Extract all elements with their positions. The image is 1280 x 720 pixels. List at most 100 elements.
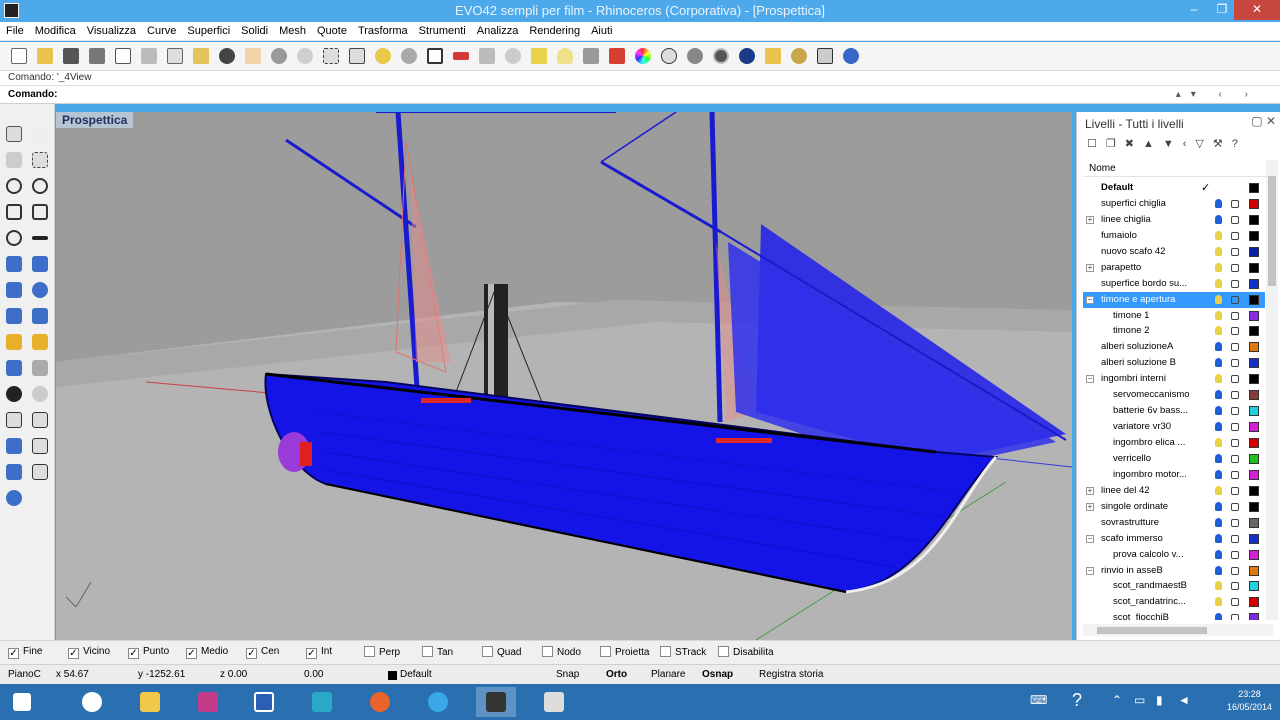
options-gear-icon[interactable] xyxy=(788,45,810,67)
layer-color-swatch[interactable] xyxy=(1249,183,1259,193)
perspective-viewport[interactable] xyxy=(56,112,1072,640)
layer-visibility-bulb-icon[interactable] xyxy=(1215,246,1222,256)
rectangle-icon[interactable] xyxy=(30,202,50,222)
volume-tray-icon[interactable]: ◄ xyxy=(1178,693,1190,707)
layer-lock-icon[interactable] xyxy=(1231,454,1239,463)
layer-lock-icon[interactable] xyxy=(1231,407,1239,416)
layer-row[interactable]: alberi soluzioneA xyxy=(1083,339,1265,355)
cylinder-icon[interactable] xyxy=(30,280,50,300)
layer-lock-icon[interactable] xyxy=(1231,566,1239,575)
zoom-window-icon[interactable] xyxy=(320,45,342,67)
layer-lock-icon[interactable] xyxy=(1231,359,1239,368)
layer-row[interactable]: prova calcolo v... xyxy=(1083,547,1265,563)
layer-name[interactable]: parapetto xyxy=(1101,260,1213,276)
shaded-icon[interactable] xyxy=(684,45,706,67)
rhino-taskbar-icon[interactable] xyxy=(476,687,516,717)
layer-lock-icon[interactable] xyxy=(1231,502,1239,511)
menu-trasforma[interactable]: Trasforma xyxy=(352,22,413,37)
layer-visibility-bulb-icon[interactable] xyxy=(1215,406,1222,416)
menu-solidi[interactable]: Solidi xyxy=(235,22,273,37)
osnap-fine[interactable]: ✓ Fine xyxy=(8,646,42,659)
layer-name[interactable]: scot_randatrinc... xyxy=(1113,594,1213,610)
layer-visibility-bulb-icon[interactable] xyxy=(1215,294,1222,304)
construction-plane-icon[interactable] xyxy=(450,45,472,67)
osnap-checkbox[interactable] xyxy=(718,646,729,657)
layer-lock-icon[interactable] xyxy=(1231,215,1239,224)
layer-name[interactable]: linee del 42 xyxy=(1101,483,1213,499)
layer-color-swatch[interactable] xyxy=(1249,230,1259,241)
layer-expand-toggle[interactable]: + xyxy=(1086,215,1094,224)
mesh-icon[interactable] xyxy=(30,306,50,326)
osnap-quad[interactable]: Quad xyxy=(482,646,521,658)
layer-color-swatch[interactable] xyxy=(1249,310,1259,321)
layer-lock-icon[interactable] xyxy=(1231,391,1239,400)
layers-vertical-scrollbar[interactable] xyxy=(1266,160,1278,620)
osnap-checkbox[interactable]: ✓ xyxy=(8,648,19,659)
analyze-icon[interactable] xyxy=(30,462,50,482)
layer-color-swatch[interactable] xyxy=(1249,565,1259,576)
menu-modifica[interactable]: Modifica xyxy=(29,22,81,37)
layer-row[interactable]: alberi soluzione B xyxy=(1083,355,1265,371)
help-icon[interactable] xyxy=(840,45,862,67)
curve-icon[interactable] xyxy=(30,150,50,170)
box-icon[interactable] xyxy=(4,280,24,300)
layer-name[interactable]: scafo immerso xyxy=(1101,531,1213,547)
layer-visibility-bulb-icon[interactable] xyxy=(1215,453,1222,463)
zoom-icon[interactable] xyxy=(294,45,316,67)
layer-name[interactable]: linee chiglia xyxy=(1101,212,1213,228)
layer-lock-icon[interactable] xyxy=(1231,470,1239,479)
color-wheel-icon[interactable] xyxy=(632,45,654,67)
layer-visibility-bulb-icon[interactable] xyxy=(1215,390,1222,400)
layer-row[interactable]: superfice bordo su... xyxy=(1083,276,1265,292)
firefox-icon[interactable] xyxy=(360,687,400,717)
polyline-icon[interactable] xyxy=(4,150,24,170)
copy-object-icon[interactable] xyxy=(30,410,50,430)
file-explorer-icon[interactable] xyxy=(130,687,170,717)
layers-panel-controls[interactable]: ▢ ✕ xyxy=(1251,114,1276,128)
osnap-medio[interactable]: ✓ Medio xyxy=(186,646,228,659)
layer-row[interactable]: superfici chiglia xyxy=(1083,196,1265,212)
rocket-app-icon[interactable] xyxy=(302,687,342,717)
close-button[interactable]: ✕ xyxy=(1234,0,1280,20)
transform-icon[interactable] xyxy=(4,462,24,482)
layer-color-swatch[interactable] xyxy=(1249,406,1259,417)
internet-explorer-icon[interactable] xyxy=(418,687,458,717)
viewport-title[interactable]: Prospettica xyxy=(56,112,134,128)
layer-visibility-bulb-icon[interactable] xyxy=(1215,422,1222,432)
layer-row[interactable]: ingombro motor... xyxy=(1083,467,1265,483)
layer-color-swatch[interactable] xyxy=(1249,501,1259,512)
osnap-checkbox[interactable]: ✓ xyxy=(246,648,257,659)
arc-icon[interactable] xyxy=(4,202,24,222)
menu-rendering[interactable]: Rendering xyxy=(523,22,585,37)
osnap-checkbox[interactable]: ✓ xyxy=(68,648,79,659)
layer-row[interactable]: verricello xyxy=(1083,451,1265,467)
status-cplane[interactable]: PianoC xyxy=(8,669,41,680)
layer-row[interactable]: + singole ordinate xyxy=(1083,499,1265,515)
menu-mesh[interactable]: Mesh xyxy=(273,22,311,37)
layer-color-swatch[interactable] xyxy=(1249,326,1259,337)
text-icon[interactable] xyxy=(4,436,24,456)
layer-lock-icon[interactable] xyxy=(1231,311,1239,320)
boolean-icon[interactable] xyxy=(4,332,24,352)
layer-color-swatch[interactable] xyxy=(1249,342,1259,353)
layer-expand-toggle[interactable]: + xyxy=(1086,486,1094,495)
layer-color-swatch[interactable] xyxy=(1249,214,1259,225)
trim-icon[interactable] xyxy=(30,332,50,352)
layer-lock-icon[interactable] xyxy=(1231,423,1239,432)
pan-hand-icon[interactable] xyxy=(242,45,264,67)
osnap-tan[interactable]: Tan xyxy=(422,646,453,658)
snap-toggle[interactable]: Snap xyxy=(556,669,579,680)
point-icon[interactable] xyxy=(30,124,50,144)
lock-icon[interactable] xyxy=(580,45,602,67)
layer-name[interactable]: alberi soluzioneA xyxy=(1101,339,1213,355)
layer-lock-icon[interactable] xyxy=(1231,614,1239,620)
layer-row[interactable]: ingombro elica ... xyxy=(1083,435,1265,451)
layer-color-swatch[interactable] xyxy=(1249,278,1259,289)
hide-objects-icon[interactable] xyxy=(528,45,550,67)
layer-lock-icon[interactable] xyxy=(1231,295,1239,304)
layer-visibility-bulb-icon[interactable] xyxy=(1215,549,1222,559)
paste-icon[interactable] xyxy=(190,45,212,67)
ellipse-icon[interactable] xyxy=(30,176,50,196)
copy-icon[interactable] xyxy=(164,45,186,67)
named-view-icon[interactable] xyxy=(502,45,524,67)
